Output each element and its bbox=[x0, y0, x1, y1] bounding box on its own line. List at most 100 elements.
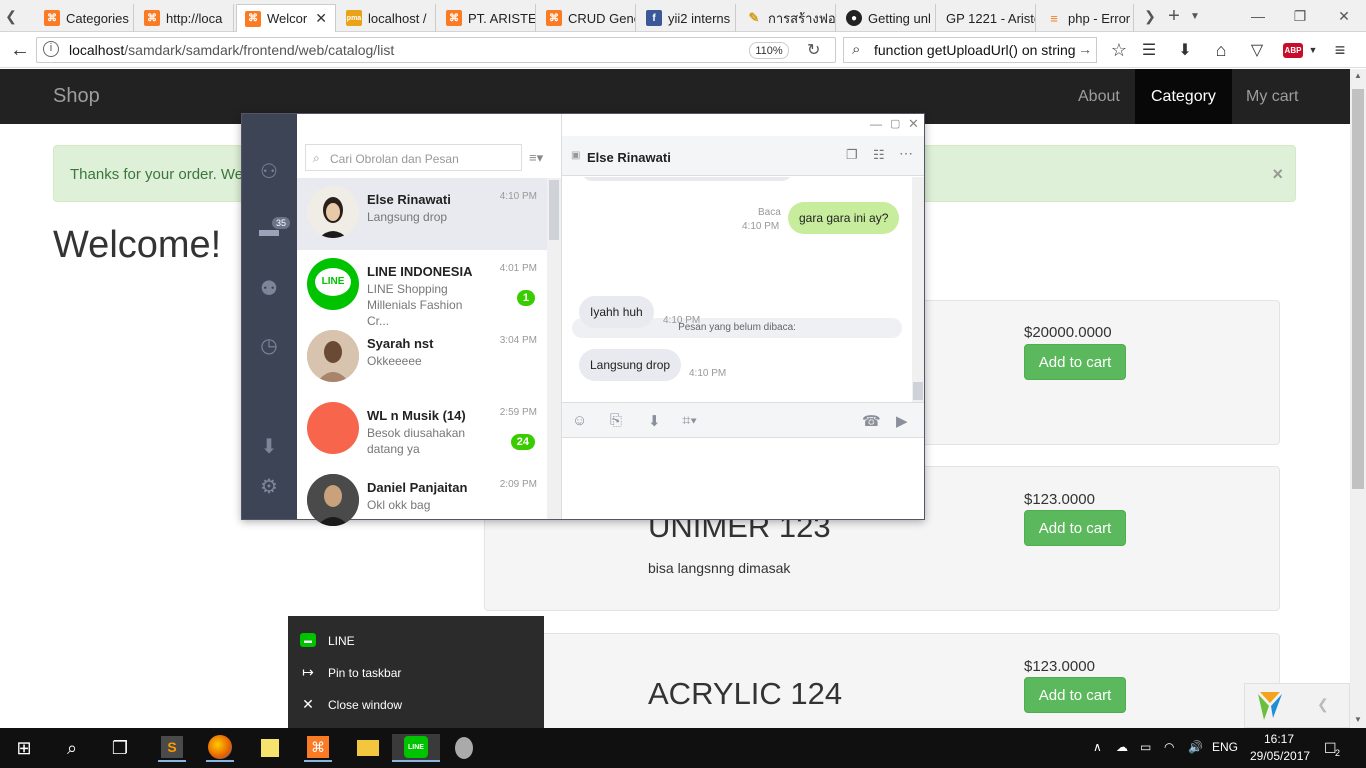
chat-item-syarah-nst[interactable]: Syarah nst Okkeeeee 3:04 PM bbox=[297, 322, 547, 394]
minimize-window-icon[interactable]: — bbox=[1238, 0, 1278, 32]
screenshot-crop-icon[interactable]: ⌗▾ bbox=[682, 412, 697, 429]
history-clock-icon[interactable]: ◷ bbox=[257, 333, 281, 357]
tab-5[interactable]: ⌘ CRUD Gene bbox=[538, 4, 636, 32]
tab-10[interactable]: ≡ php - Error bbox=[1038, 4, 1134, 32]
close-window-icon[interactable]: ✕ bbox=[1324, 0, 1364, 32]
scroll-up-icon[interactable]: ▲ bbox=[1354, 71, 1362, 80]
app-icon[interactable] bbox=[450, 734, 478, 762]
zoom-indicator[interactable]: 110% bbox=[749, 42, 789, 59]
tab-1[interactable]: ⌘ http://loca bbox=[136, 4, 234, 32]
line-minimize-icon[interactable]: — bbox=[870, 117, 882, 131]
adblock-plus-icon[interactable]: ABP bbox=[1282, 38, 1304, 62]
onedrive-cloud-icon[interactable]: ☁ bbox=[1116, 740, 1128, 754]
bookmark-star-icon[interactable]: ☆ bbox=[1108, 38, 1130, 62]
attach-paperclip-icon[interactable]: ⎘ bbox=[610, 412, 622, 429]
reading-list-icon[interactable]: ☰ bbox=[1138, 38, 1160, 62]
home-icon[interactable]: ⌂ bbox=[1210, 38, 1232, 62]
tab-scroll-left-icon[interactable]: ❮ bbox=[0, 0, 22, 32]
tab-close-icon[interactable]: ✕ bbox=[315, 10, 327, 27]
language-indicator[interactable]: ENG bbox=[1212, 740, 1238, 754]
site-brand[interactable]: Shop bbox=[53, 85, 100, 108]
nav-about[interactable]: About bbox=[1062, 69, 1136, 124]
message-input[interactable] bbox=[562, 439, 924, 519]
received-message[interactable]: Langsung drop bbox=[579, 349, 682, 381]
chat-item-daniel-panjaitan[interactable]: Daniel Panjaitan Okl okk bag 2:09 PM bbox=[297, 466, 547, 538]
copy-icon[interactable]: ❐ bbox=[846, 147, 858, 163]
tab-scroll-right-icon[interactable]: ❯ bbox=[1140, 0, 1160, 32]
notes-icon[interactable]: ☷ bbox=[873, 147, 885, 163]
add-friend-icon[interactable]: ⚉ bbox=[257, 276, 281, 300]
debug-toolbar-collapse-icon[interactable]: ❮ bbox=[1317, 696, 1329, 713]
tab-list-chevron-down-icon[interactable]: ▼ bbox=[1186, 0, 1204, 32]
pocket-icon[interactable]: ▽ bbox=[1246, 38, 1268, 62]
jump-list-line[interactable]: LINE bbox=[328, 634, 355, 648]
sent-message[interactable]: gara gara ini ay? bbox=[788, 202, 900, 234]
clock-time[interactable]: 16:17 bbox=[1264, 732, 1294, 746]
chat-item-else-rinawati[interactable]: Else Rinawati Langsung drop 4:10 PM bbox=[297, 178, 547, 250]
chat-list-menu-icon[interactable]: ≡▾ bbox=[529, 150, 543, 166]
video-call-icon[interactable]: ▶ bbox=[896, 412, 908, 430]
search-icon[interactable]: ⌕ bbox=[58, 734, 86, 762]
wifi-icon[interactable]: ◠ bbox=[1164, 740, 1174, 754]
info-icon[interactable]: i bbox=[43, 41, 59, 57]
message-scrollbar[interactable] bbox=[912, 177, 924, 402]
received-message[interactable]: Iyahh huh bbox=[579, 296, 654, 328]
tab-9[interactable]: GP 1221 - Ariste bbox=[938, 4, 1036, 32]
chat-list-scrollbar[interactable] bbox=[547, 178, 561, 519]
voice-call-icon[interactable]: ☎ bbox=[862, 412, 881, 430]
reload-icon[interactable]: ↻ bbox=[807, 40, 820, 60]
hamburger-menu-icon[interactable]: ≡ bbox=[1328, 38, 1352, 62]
chat-item-line-indonesia[interactable]: LINE LINE INDONESIA LINE Shopping Millen… bbox=[297, 250, 547, 328]
new-tab-plus-icon[interactable]: + bbox=[1163, 0, 1185, 32]
chat-item-wl-n-musik[interactable]: WL n Musik (14) Besok diusahakan datang … bbox=[297, 394, 547, 466]
alert-close-icon[interactable]: × bbox=[1272, 164, 1283, 185]
download-arrow-icon[interactable]: ⬇ bbox=[1174, 38, 1196, 62]
page-scrollbar[interactable]: ▲ ▼ bbox=[1350, 69, 1366, 728]
firefox-icon[interactable] bbox=[206, 734, 234, 762]
close-window[interactable]: Close window bbox=[328, 698, 402, 712]
volume-icon[interactable]: 🔊 bbox=[1188, 740, 1203, 754]
message-scrollbar-thumb[interactable] bbox=[913, 382, 923, 400]
download-icon[interactable]: ⬇ bbox=[257, 434, 281, 458]
back-arrow-icon[interactable]: ← bbox=[6, 38, 34, 62]
adblock-menu-chevron-down-icon[interactable]: ▼ bbox=[1308, 38, 1318, 62]
nav-my-cart[interactable]: My cart bbox=[1230, 69, 1314, 124]
add-to-cart-button[interactable]: Add to cart bbox=[1024, 677, 1126, 713]
tab-4[interactable]: ⌘ PT. ARISTE bbox=[438, 4, 536, 32]
settings-gear-icon[interactable]: ⚙ bbox=[257, 474, 281, 498]
more-options-icon[interactable]: ⋯ bbox=[899, 145, 913, 162]
add-to-cart-button[interactable]: Add to cart bbox=[1024, 344, 1126, 380]
windows-start-icon[interactable]: ⊞ bbox=[10, 734, 38, 762]
friends-icon[interactable]: ⚇ bbox=[257, 159, 281, 183]
clock-date[interactable]: 29/05/2017 bbox=[1250, 749, 1310, 763]
line-close-icon[interactable]: ✕ bbox=[908, 116, 919, 132]
battery-icon[interactable]: ▭ bbox=[1140, 740, 1151, 754]
add-to-cart-button[interactable]: Add to cart bbox=[1024, 510, 1126, 546]
url-bar[interactable]: i localhost/samdark/samdark/frontend/web… bbox=[36, 37, 836, 63]
scrollbar-thumb[interactable] bbox=[1352, 89, 1364, 489]
scroll-down-icon[interactable]: ▼ bbox=[1354, 715, 1362, 724]
nav-category[interactable]: Category bbox=[1135, 69, 1232, 124]
keep-download-icon[interactable]: ⬇ bbox=[648, 412, 661, 430]
emoji-icon[interactable]: ☺ bbox=[572, 412, 587, 429]
yii-debug-toolbar[interactable]: ❮ bbox=[1244, 683, 1350, 728]
sublime-text-icon[interactable]: S bbox=[158, 734, 186, 762]
line-maximize-icon[interactable]: ▢ bbox=[890, 117, 900, 130]
tab-6[interactable]: f yii2 interns bbox=[638, 4, 736, 32]
chat-list-scrollbar-thumb[interactable] bbox=[549, 180, 559, 240]
task-view-icon[interactable]: ❐ bbox=[106, 734, 134, 762]
tab-3[interactable]: pma localhost / bbox=[338, 4, 436, 32]
xampp-icon[interactable]: ⌘ bbox=[304, 734, 332, 762]
search-field[interactable]: ⌕ function getUploadUrl() on string → bbox=[843, 37, 1097, 63]
show-hidden-icons-chevron-icon[interactable]: ∧ bbox=[1093, 740, 1102, 754]
pin-to-taskbar[interactable]: Pin to taskbar bbox=[328, 666, 401, 680]
tab-7[interactable]: ✎ การสร้างฟอ bbox=[738, 4, 836, 32]
tab-2-active[interactable]: ⌘ Welcor ✕ bbox=[236, 4, 336, 32]
line-taskbar-icon[interactable]: LINE bbox=[392, 734, 440, 762]
file-explorer-icon[interactable] bbox=[354, 734, 382, 762]
tab-0[interactable]: ⌘ Categories bbox=[36, 4, 134, 32]
search-go-arrow-icon[interactable]: → bbox=[1078, 41, 1092, 57]
sticky-notes-icon[interactable] bbox=[256, 734, 284, 762]
restore-window-icon[interactable]: ❐ bbox=[1280, 0, 1320, 32]
tab-8[interactable]: ● Getting unl bbox=[838, 4, 936, 32]
